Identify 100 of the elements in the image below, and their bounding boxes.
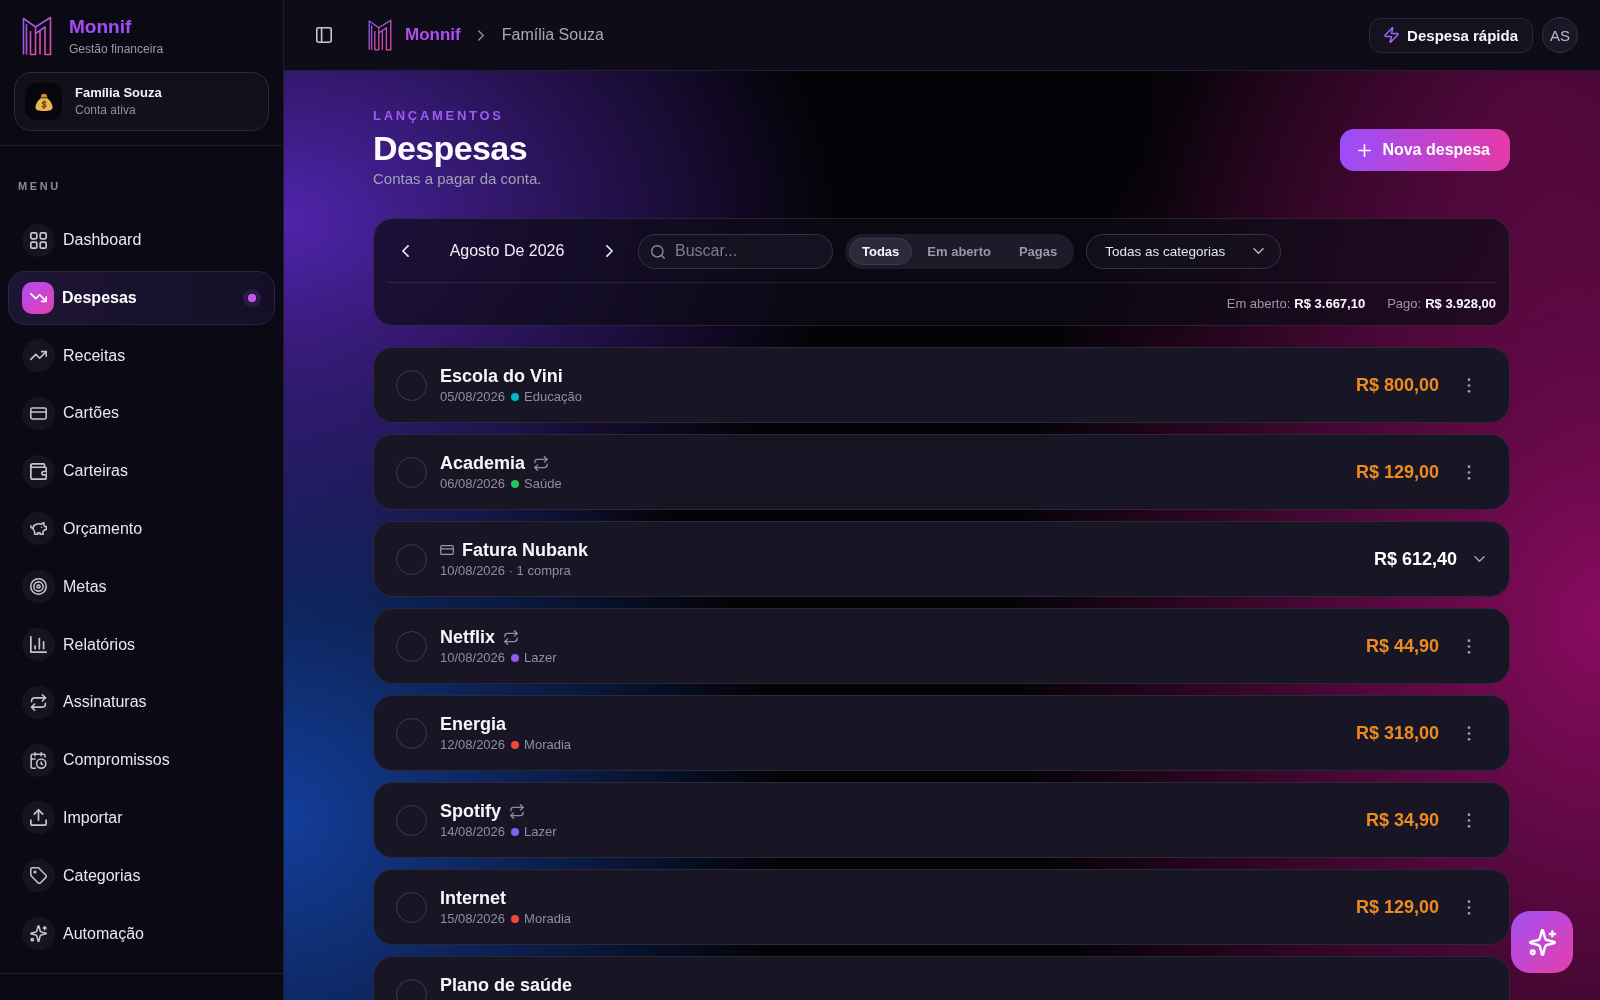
- search-icon: [651, 244, 665, 259]
- expense-row[interactable]: Fatura Nubank 10/08/2026 · 1 compra R$ 612,40: [373, 521, 1510, 597]
- expense-date: 05/08/2026: [440, 389, 506, 405]
- money-bag-icon: [25, 83, 62, 120]
- category-label: Lazer: [524, 650, 557, 666]
- expense-date: 14/08/2026: [440, 824, 506, 840]
- expense-title: Energia: [440, 713, 507, 735]
- nav-item[interactable]: Receitas: [8, 328, 275, 383]
- logo-icon: [22, 16, 52, 56]
- expense-row[interactable]: Energia 12/08/2026 Moradia R$ 318,00: [373, 695, 1510, 771]
- sparkles-icon: [1528, 928, 1556, 956]
- chevron-left-icon: [401, 245, 409, 257]
- more-vertical-icon: [1467, 725, 1471, 741]
- more-vertical-icon: [1467, 812, 1471, 828]
- page-title: Despesas: [373, 128, 528, 168]
- credit-card-icon: [22, 396, 55, 430]
- month-label: Agosto De 2026: [448, 242, 566, 260]
- lightning-icon: [1384, 27, 1400, 43]
- category-label: Saúde: [524, 476, 562, 492]
- expense-title: Internet: [440, 887, 506, 909]
- account-card[interactable]: Família Souza Conta ativa: [14, 72, 269, 131]
- breadcrumb-current: Família Souza: [501, 26, 604, 44]
- menu-label: MENU: [17, 179, 62, 193]
- bar-chart-icon: [22, 628, 55, 662]
- summary-value: R$ 3.928,00: [1425, 296, 1496, 312]
- expense-row[interactable]: Academia 06/08/2026 Saúde R$ 129,00: [373, 434, 1510, 510]
- trending-down-icon: [22, 281, 54, 314]
- nav-item[interactable]: Importar: [8, 790, 275, 845]
- category-label: Moradia: [524, 911, 572, 927]
- account-name: Família Souza: [75, 85, 162, 101]
- invoice-amount: R$ 612,40: [1373, 548, 1457, 570]
- breadcrumb-link[interactable]: Monnif: [405, 25, 461, 45]
- nav-item[interactable]: Compromissos: [8, 733, 275, 788]
- summary-label: Em aberto:: [1226, 296, 1291, 312]
- search-field[interactable]: Buscar...: [638, 233, 833, 269]
- expense-row[interactable]: Internet 15/08/2026 Moradia R$ 129,00: [373, 869, 1510, 945]
- nav-item[interactable]: Carteiras: [8, 444, 275, 499]
- category-dropdown[interactable]: Todas as categorias: [1086, 233, 1282, 269]
- avatar[interactable]: AS: [1542, 17, 1578, 53]
- summary-value: R$ 3.667,10: [1294, 296, 1366, 312]
- expense-date: 12/08/2026: [440, 737, 506, 753]
- calendar-clock-icon: [22, 743, 55, 777]
- filter-tab[interactable]: Em aberto: [914, 237, 1004, 265]
- account-status: Conta ativa: [75, 103, 137, 118]
- expense-title: Netflix: [440, 626, 495, 648]
- expense-title: Spotify: [440, 800, 501, 822]
- summary-label: Pago:: [1387, 296, 1422, 312]
- nav-item[interactable]: Automação: [8, 906, 275, 961]
- expense-row[interactable]: Netflix 10/08/2026 Lazer R$ 44,90: [373, 608, 1510, 684]
- expense-amount: R$ 129,00: [1355, 461, 1439, 483]
- more-vertical-icon: [1467, 899, 1471, 915]
- piggy-bank-icon: [22, 512, 55, 546]
- tag-icon: [22, 859, 55, 893]
- nav-item[interactable]: Dashboard: [8, 213, 275, 267]
- upload-icon: [22, 801, 55, 835]
- target-icon: [22, 570, 55, 604]
- grid-icon: [22, 223, 55, 257]
- chevron-right-icon: [477, 29, 484, 41]
- expense-amount: R$ 44,90: [1365, 635, 1439, 657]
- filter-tab[interactable]: Pagas: [1005, 237, 1071, 265]
- new-expense-button[interactable]: Nova despesa: [1340, 129, 1510, 171]
- expense-row[interactable]: Escola do Vini 05/08/2026 Educação R$ 800,00: [373, 347, 1510, 423]
- expense-amount: R$ 800,00: [1355, 374, 1439, 396]
- quick-expense-button[interactable]: Despesa rápida: [1369, 17, 1533, 53]
- credit-card-icon: [440, 545, 454, 555]
- brand-name: Monnif: [69, 15, 133, 38]
- more-vertical-icon: [1467, 377, 1471, 393]
- page-subtitle: Contas a pagar da conta.: [373, 170, 542, 188]
- expense-title: Academia: [440, 452, 526, 474]
- nav-item[interactable]: Metas: [8, 559, 275, 614]
- wallet-icon: [22, 454, 55, 488]
- expense-amount: R$ 318,00: [1355, 722, 1439, 744]
- active-dot-icon: [243, 288, 261, 307]
- panel-left-icon: [316, 27, 332, 43]
- expense-title: Plano de saúde: [440, 974, 573, 996]
- expense-amount: R$ 34,90: [1365, 809, 1439, 831]
- chevron-right-icon: [605, 245, 613, 257]
- nav-item[interactable]: Relatórios: [8, 617, 275, 672]
- invoice-detail: 10/08/2026 · 1 compra: [440, 563, 571, 579]
- trending-up-icon: [22, 339, 55, 373]
- expense-row[interactable]: Spotify 14/08/2026 Lazer R$ 34,90: [373, 782, 1510, 858]
- nav-item[interactable]: Cartões: [8, 386, 275, 441]
- assistant-button[interactable]: [1511, 911, 1573, 973]
- repeat-icon: [22, 685, 55, 719]
- category-label: Moradia: [524, 737, 572, 753]
- filter-tab[interactable]: Todas: [849, 237, 913, 265]
- category-label: Educação: [524, 389, 582, 405]
- chevron-down-icon: [1473, 556, 1485, 562]
- sparkles-icon: [22, 917, 55, 951]
- expense-date: 10/08/2026: [440, 650, 506, 666]
- nav-item[interactable]: Orçamento: [8, 502, 275, 556]
- nav-item[interactable]: Categorias: [8, 848, 275, 903]
- category-label: Lazer: [524, 824, 557, 840]
- expense-amount: R$ 129,00: [1355, 896, 1439, 918]
- chevron-down-icon: [1253, 248, 1265, 254]
- nav-item[interactable]: Assinaturas: [8, 675, 275, 730]
- nav-item[interactable]: Despesas: [8, 270, 275, 325]
- expense-row[interactable]: Plano de saúde: [373, 956, 1510, 1000]
- more-vertical-icon: [1467, 464, 1471, 480]
- logo-icon: [368, 19, 392, 51]
